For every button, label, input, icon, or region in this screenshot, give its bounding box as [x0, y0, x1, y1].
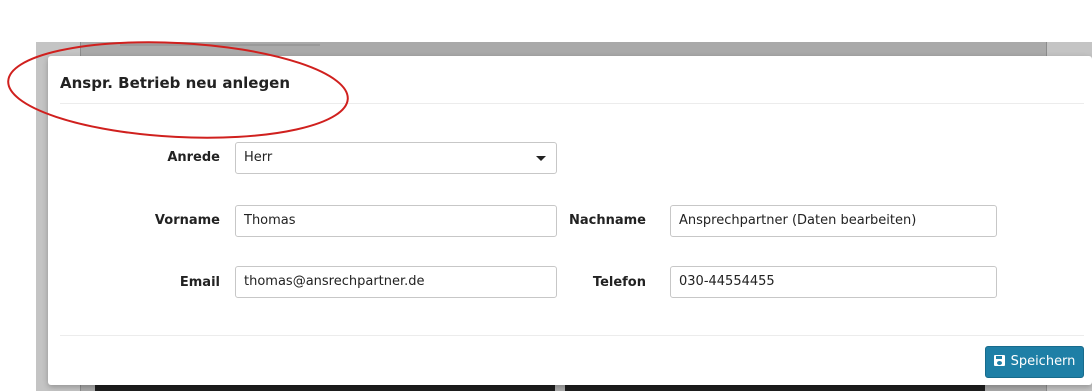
nachname-input[interactable]: Ansprechpartner (Daten bearbeiten) [670, 205, 997, 237]
anrede-select[interactable]: Herr [235, 142, 557, 174]
dimmed-text-line [120, 44, 320, 46]
save-button-label: Speichern [1010, 354, 1076, 369]
dimmed-dark-panel-right [565, 385, 985, 391]
caret-down-icon [536, 156, 546, 161]
save-button[interactable]: Speichern [985, 346, 1084, 378]
modal-footer-divider [60, 335, 1084, 336]
modal-header-divider [60, 103, 1084, 104]
anrede-selected-value: Herr [244, 150, 273, 165]
nachname-label: Nachname [568, 213, 646, 228]
email-input[interactable]: thomas@ansrechpartner.de [235, 266, 557, 298]
anrede-label: Anrede [167, 150, 220, 165]
email-label: Email [179, 275, 220, 290]
vorname-label: Vorname [154, 213, 220, 228]
floppy-disk-icon [993, 355, 1005, 366]
telefon-label: Telefon [592, 275, 646, 290]
screen: Anspr. Betrieb neu anlegen Anrede Herr V… [0, 0, 1092, 391]
contact-create-modal: Anspr. Betrieb neu anlegen Anrede Herr V… [48, 56, 1092, 385]
vorname-input[interactable]: Thomas [235, 205, 557, 237]
dimmed-dark-panel-left [95, 385, 555, 391]
modal-title: Anspr. Betrieb neu anlegen [60, 74, 291, 92]
telefon-input[interactable]: 030-44554455 [670, 266, 997, 298]
